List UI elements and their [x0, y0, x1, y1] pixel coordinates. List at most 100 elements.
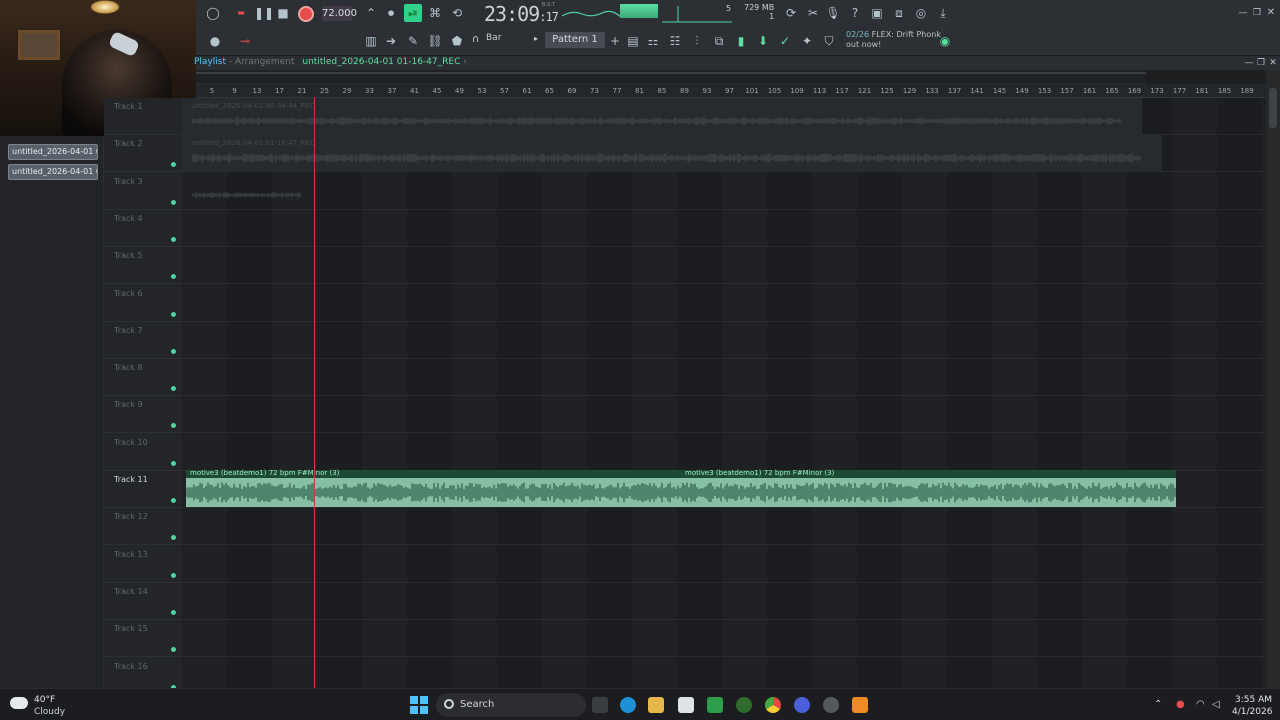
arrow-right-icon[interactable]: ➔ [382, 32, 400, 50]
track-led-icon[interactable] [171, 647, 176, 653]
audio-clip[interactable] [182, 172, 314, 209]
song-mode-button[interactable]: ▬ [232, 4, 250, 22]
channel-rack-icon[interactable]: ⚏ [644, 32, 662, 50]
add-pattern-icon[interactable]: + [606, 32, 624, 50]
track-led-icon[interactable] [171, 423, 176, 429]
record-button[interactable] [298, 6, 314, 22]
pause-icon[interactable]: ❚❚ [254, 4, 274, 22]
playlist-filename[interactable]: untitled_2026-04-01 01-16-47_REC [302, 57, 460, 67]
track-led-icon[interactable] [171, 236, 176, 242]
track-header[interactable]: Track 10 [104, 434, 182, 471]
volume-icon[interactable]: ◁ [1212, 699, 1220, 710]
refresh-icon[interactable]: ⟳ [782, 4, 800, 22]
track-header[interactable]: Track 14 [104, 583, 182, 620]
playlist-mode[interactable]: Arrangement [235, 57, 294, 67]
pencil-icon[interactable]: ✎ [404, 32, 422, 50]
audio-clip[interactable]: untitled_2026-04-01 01-16-47_REC [182, 135, 1162, 172]
audio-clip[interactable]: untitled_2026-04-01 00-34-44_REC [182, 98, 1142, 135]
chat-icon[interactable]: ◎ [912, 4, 930, 22]
clock[interactable]: 3:55 AM 4/1/2026 [1232, 694, 1272, 718]
track-led-icon[interactable] [171, 199, 176, 205]
track-header[interactable]: Track 1 [104, 98, 182, 135]
edge-icon[interactable] [620, 697, 636, 713]
motive-clip[interactable]: motive3 (beatdemo1) 72 bpm F#Minor (3) [186, 469, 681, 507]
touch-keyboard-icon[interactable]: ✓ [776, 32, 794, 50]
browser-item[interactable]: untitled_2026-04-01 01-... [8, 144, 98, 160]
step-edit-icon[interactable]: ⌘ [426, 4, 444, 22]
tools-icon[interactable]: ✂ [804, 4, 822, 22]
track-led-icon[interactable] [171, 535, 176, 541]
settings-icon[interactable] [823, 697, 839, 713]
track-header[interactable]: Track 5 [104, 247, 182, 285]
track-header[interactable]: Track 4 [104, 210, 182, 247]
master-pitch-slider[interactable]: ⊸ [236, 32, 254, 50]
loop-record-icon[interactable]: ⟲ [448, 4, 466, 22]
mixer-window-icon[interactable]: ☷ [666, 32, 684, 50]
magnet-icon[interactable]: ∩ [472, 34, 479, 45]
stamp-icon[interactable]: ⬟ [448, 32, 466, 50]
track-header[interactable]: Track 13 [104, 546, 182, 583]
wifi-icon[interactable]: ◠ [1196, 699, 1205, 710]
minecraft-icon[interactable] [707, 697, 723, 713]
taskbar-search[interactable]: Search [436, 693, 586, 717]
playlist-lanes[interactable]: untitled_2026-04-01 00-34-44_REC untitle… [182, 98, 1266, 688]
task-view-icon[interactable] [592, 697, 608, 713]
save-icon[interactable]: ▣ [868, 4, 886, 22]
track-led-icon[interactable] [171, 498, 176, 503]
windows-start-icon[interactable] [410, 696, 428, 714]
piano-roll-icon[interactable]: ▤ [624, 32, 642, 50]
close-icon[interactable]: ✕ [1262, 4, 1280, 22]
track-header[interactable]: Track 3 [104, 173, 182, 210]
wait-icon[interactable]: ⏺ [382, 4, 400, 22]
microphone-icon[interactable]: 🎙 [824, 4, 842, 22]
track-led-icon[interactable] [171, 572, 176, 578]
track-header[interactable]: Track 2 [104, 135, 182, 173]
track-led-icon[interactable] [171, 274, 176, 280]
countdown-icon[interactable]: ⏯ [404, 4, 422, 22]
news-panel[interactable]: 02/26 FLEX: Drift Phonk out now! [846, 30, 941, 50]
playlist-icon[interactable]: ▥ [362, 32, 380, 50]
track-header[interactable]: Track 8 [104, 359, 182, 397]
track-header[interactable]: Track 7 [104, 322, 182, 359]
microphone-icon[interactable]: ● [1176, 699, 1185, 710]
vertical-scrollbar[interactable] [1266, 70, 1280, 688]
track-header[interactable]: Track 9 [104, 396, 182, 434]
chevron-up-icon[interactable]: ⌃ [1154, 699, 1162, 710]
mixer-icon[interactable]: ⧈ [890, 4, 908, 22]
track-led-icon[interactable] [171, 609, 176, 615]
track-led-icon[interactable] [171, 348, 176, 354]
globe-icon[interactable]: ◉ [936, 32, 954, 50]
track-led-icon[interactable] [171, 162, 176, 168]
snap-selector[interactable]: Bar [486, 33, 501, 43]
timeline-ruler[interactable]: 5 9 13 17 21 25 29 33 37 41 45 49 53 57 61 65 69 73 77 81 85… [196, 84, 1266, 98]
plugin-picker-icon[interactable]: ⬇ [754, 32, 772, 50]
xbox-icon[interactable] [736, 697, 752, 713]
pattern-selector[interactable]: Pattern 1 [545, 32, 605, 48]
file-explorer-icon[interactable] [648, 697, 664, 713]
track-led-icon[interactable] [171, 311, 176, 317]
shop-icon[interactable]: ⛉ [820, 32, 838, 50]
browser-item[interactable]: untitled_2026-04-01 02-... [8, 164, 98, 180]
download-icon[interactable]: ⤓ [934, 4, 952, 22]
track-led-icon[interactable] [171, 460, 176, 466]
scroll-thumb[interactable] [1269, 88, 1277, 128]
store-icon[interactable] [678, 697, 694, 713]
track-header[interactable]: Track 12 [104, 508, 182, 546]
track-header[interactable]: Track 11 [104, 471, 182, 508]
metronome-icon[interactable]: ⌃ [362, 4, 380, 22]
loop-icon[interactable]: ◯ [204, 4, 222, 22]
fl-studio-icon[interactable] [852, 697, 868, 713]
chrome-icon[interactable] [765, 697, 781, 713]
plugin-database-icon[interactable]: ⧉ [710, 32, 728, 50]
track-led-icon[interactable] [171, 386, 176, 392]
ea-icon[interactable] [794, 697, 810, 713]
tempo-tapper-icon[interactable]: ✦ [798, 32, 816, 50]
playhead[interactable] [314, 98, 315, 688]
clipboard-icon[interactable]: ▮ [732, 32, 750, 50]
stop-icon[interactable]: ■ [274, 4, 292, 22]
track-header[interactable]: Track 15 [104, 620, 182, 658]
link-icon[interactable]: ⛓ [426, 32, 444, 50]
track-header[interactable]: Track 6 [104, 285, 182, 322]
master-volume-knob[interactable]: ● [206, 32, 224, 50]
browser-window-icon[interactable]: ⫶ [688, 32, 706, 50]
